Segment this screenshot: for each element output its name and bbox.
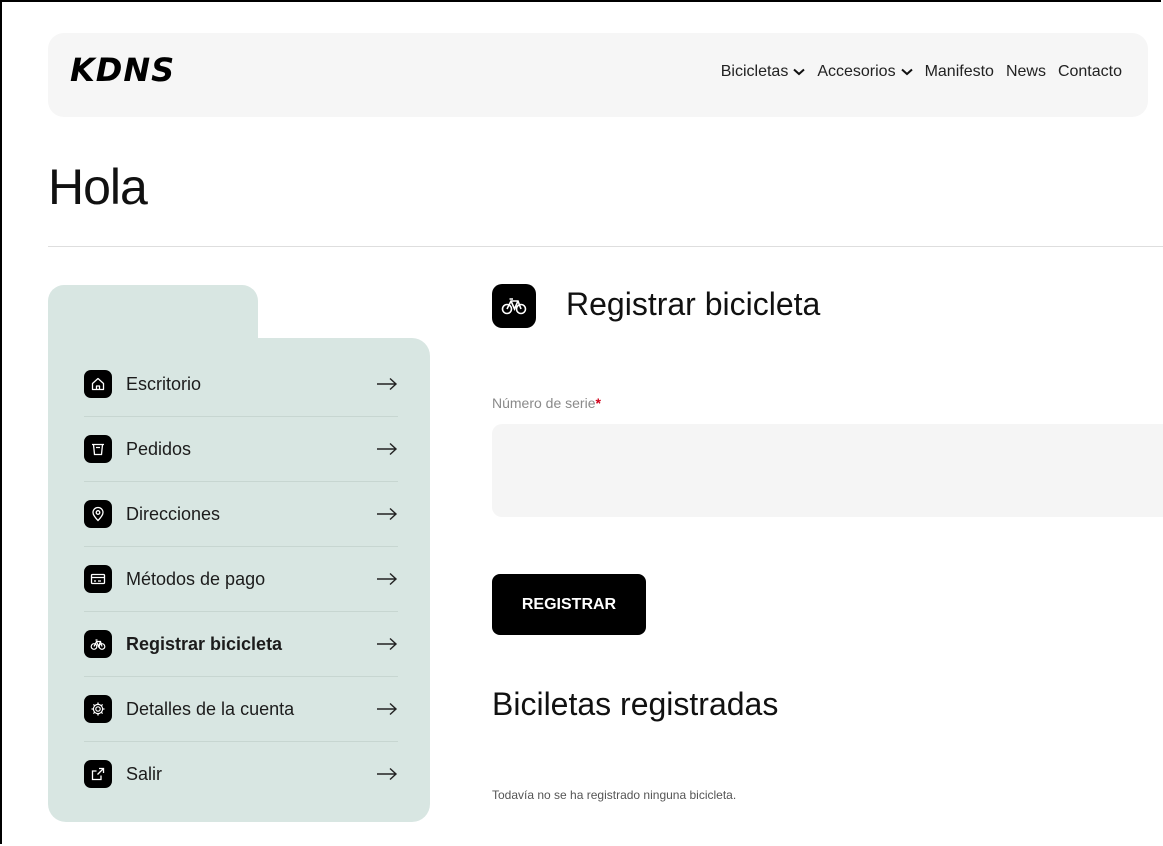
serial-number-label: Número de serie*	[492, 395, 601, 411]
nav-manifesto[interactable]: Manifesto	[925, 63, 994, 81]
main-nav: Bicicletas Accesorios Manifesto News Con…	[721, 63, 1122, 81]
site-logo[interactable]: KDNS	[70, 51, 175, 89]
account-sidebar: Escritorio Pedidos Direcciones Métodos d…	[48, 338, 430, 822]
arrow-right-icon	[377, 442, 398, 456]
chevron-down-icon	[900, 68, 913, 76]
arrow-right-icon	[377, 767, 398, 781]
nav-news[interactable]: News	[1006, 63, 1046, 81]
sidebar-item-label: Salir	[126, 763, 163, 784]
sidebar-item-label: Direcciones	[126, 503, 221, 524]
sidebar-item-label: Métodos de pago	[126, 568, 266, 589]
register-button[interactable]: REGISTRAR	[492, 574, 646, 635]
sidebar-item-label: Escritorio	[126, 373, 202, 394]
arrow-right-icon	[377, 702, 398, 716]
nav-bicicletas[interactable]: Bicicletas	[721, 63, 806, 81]
sidebar-item-salir[interactable]: Salir	[84, 742, 398, 806]
chevron-down-icon	[793, 68, 805, 76]
sidebar-item-label: Pedidos	[126, 438, 192, 459]
section-title: Registrar bicicleta	[566, 286, 821, 322]
sidebar-item-direcciones[interactable]: Direcciones	[84, 482, 398, 547]
nav-contacto[interactable]: Contacto	[1058, 63, 1122, 81]
bicycle-icon	[492, 284, 536, 328]
sidebar-item-label: Registrar bicicleta	[126, 633, 283, 654]
home-icon	[84, 370, 112, 398]
nav-label: News	[1005, 63, 1046, 80]
arrow-right-icon	[377, 572, 398, 586]
page-title: Hola	[48, 159, 148, 215]
basket-icon	[84, 435, 112, 463]
bicycle-icon	[84, 630, 112, 658]
nav-label: Contacto	[1057, 63, 1122, 80]
nav-label: Accesorios	[817, 63, 896, 80]
nav-accesorios[interactable]: Accesorios	[817, 63, 913, 81]
location-pin-icon	[84, 500, 112, 528]
serial-label-text: Número de serie	[492, 395, 596, 411]
sidebar-item-registrar-bicicleta[interactable]: Registrar bicicleta	[84, 612, 398, 677]
required-mark: *	[595, 395, 601, 411]
arrow-right-icon	[377, 377, 398, 391]
empty-state-message: Todavía no se ha registrado ninguna bici…	[492, 788, 737, 802]
title-divider	[48, 246, 1163, 247]
sidebar-item-detalles-de-la-cuenta[interactable]: Detalles de la cuenta	[84, 677, 398, 742]
sidebar-item-label: Detalles de la cuenta	[126, 698, 295, 719]
nav-label: Manifesto	[924, 63, 994, 80]
arrow-right-icon	[377, 637, 398, 651]
sidebar-item-metodos-de-pago[interactable]: Métodos de pago	[84, 547, 398, 612]
registered-bikes-title: Biciletas registradas	[492, 686, 779, 722]
site-header: KDNS Bicicletas Accesorios Manifesto New…	[48, 33, 1148, 117]
external-link-icon	[84, 760, 112, 788]
credit-card-icon	[84, 565, 112, 593]
serial-number-input[interactable]	[492, 424, 1163, 517]
gear-icon	[84, 695, 112, 723]
nav-label: Bicicletas	[720, 63, 789, 80]
sidebar-list: Escritorio Pedidos Direcciones Métodos d…	[84, 352, 398, 806]
arrow-right-icon	[377, 507, 398, 521]
sidebar-item-escritorio[interactable]: Escritorio	[84, 352, 398, 417]
sidebar-item-pedidos[interactable]: Pedidos	[84, 417, 398, 482]
